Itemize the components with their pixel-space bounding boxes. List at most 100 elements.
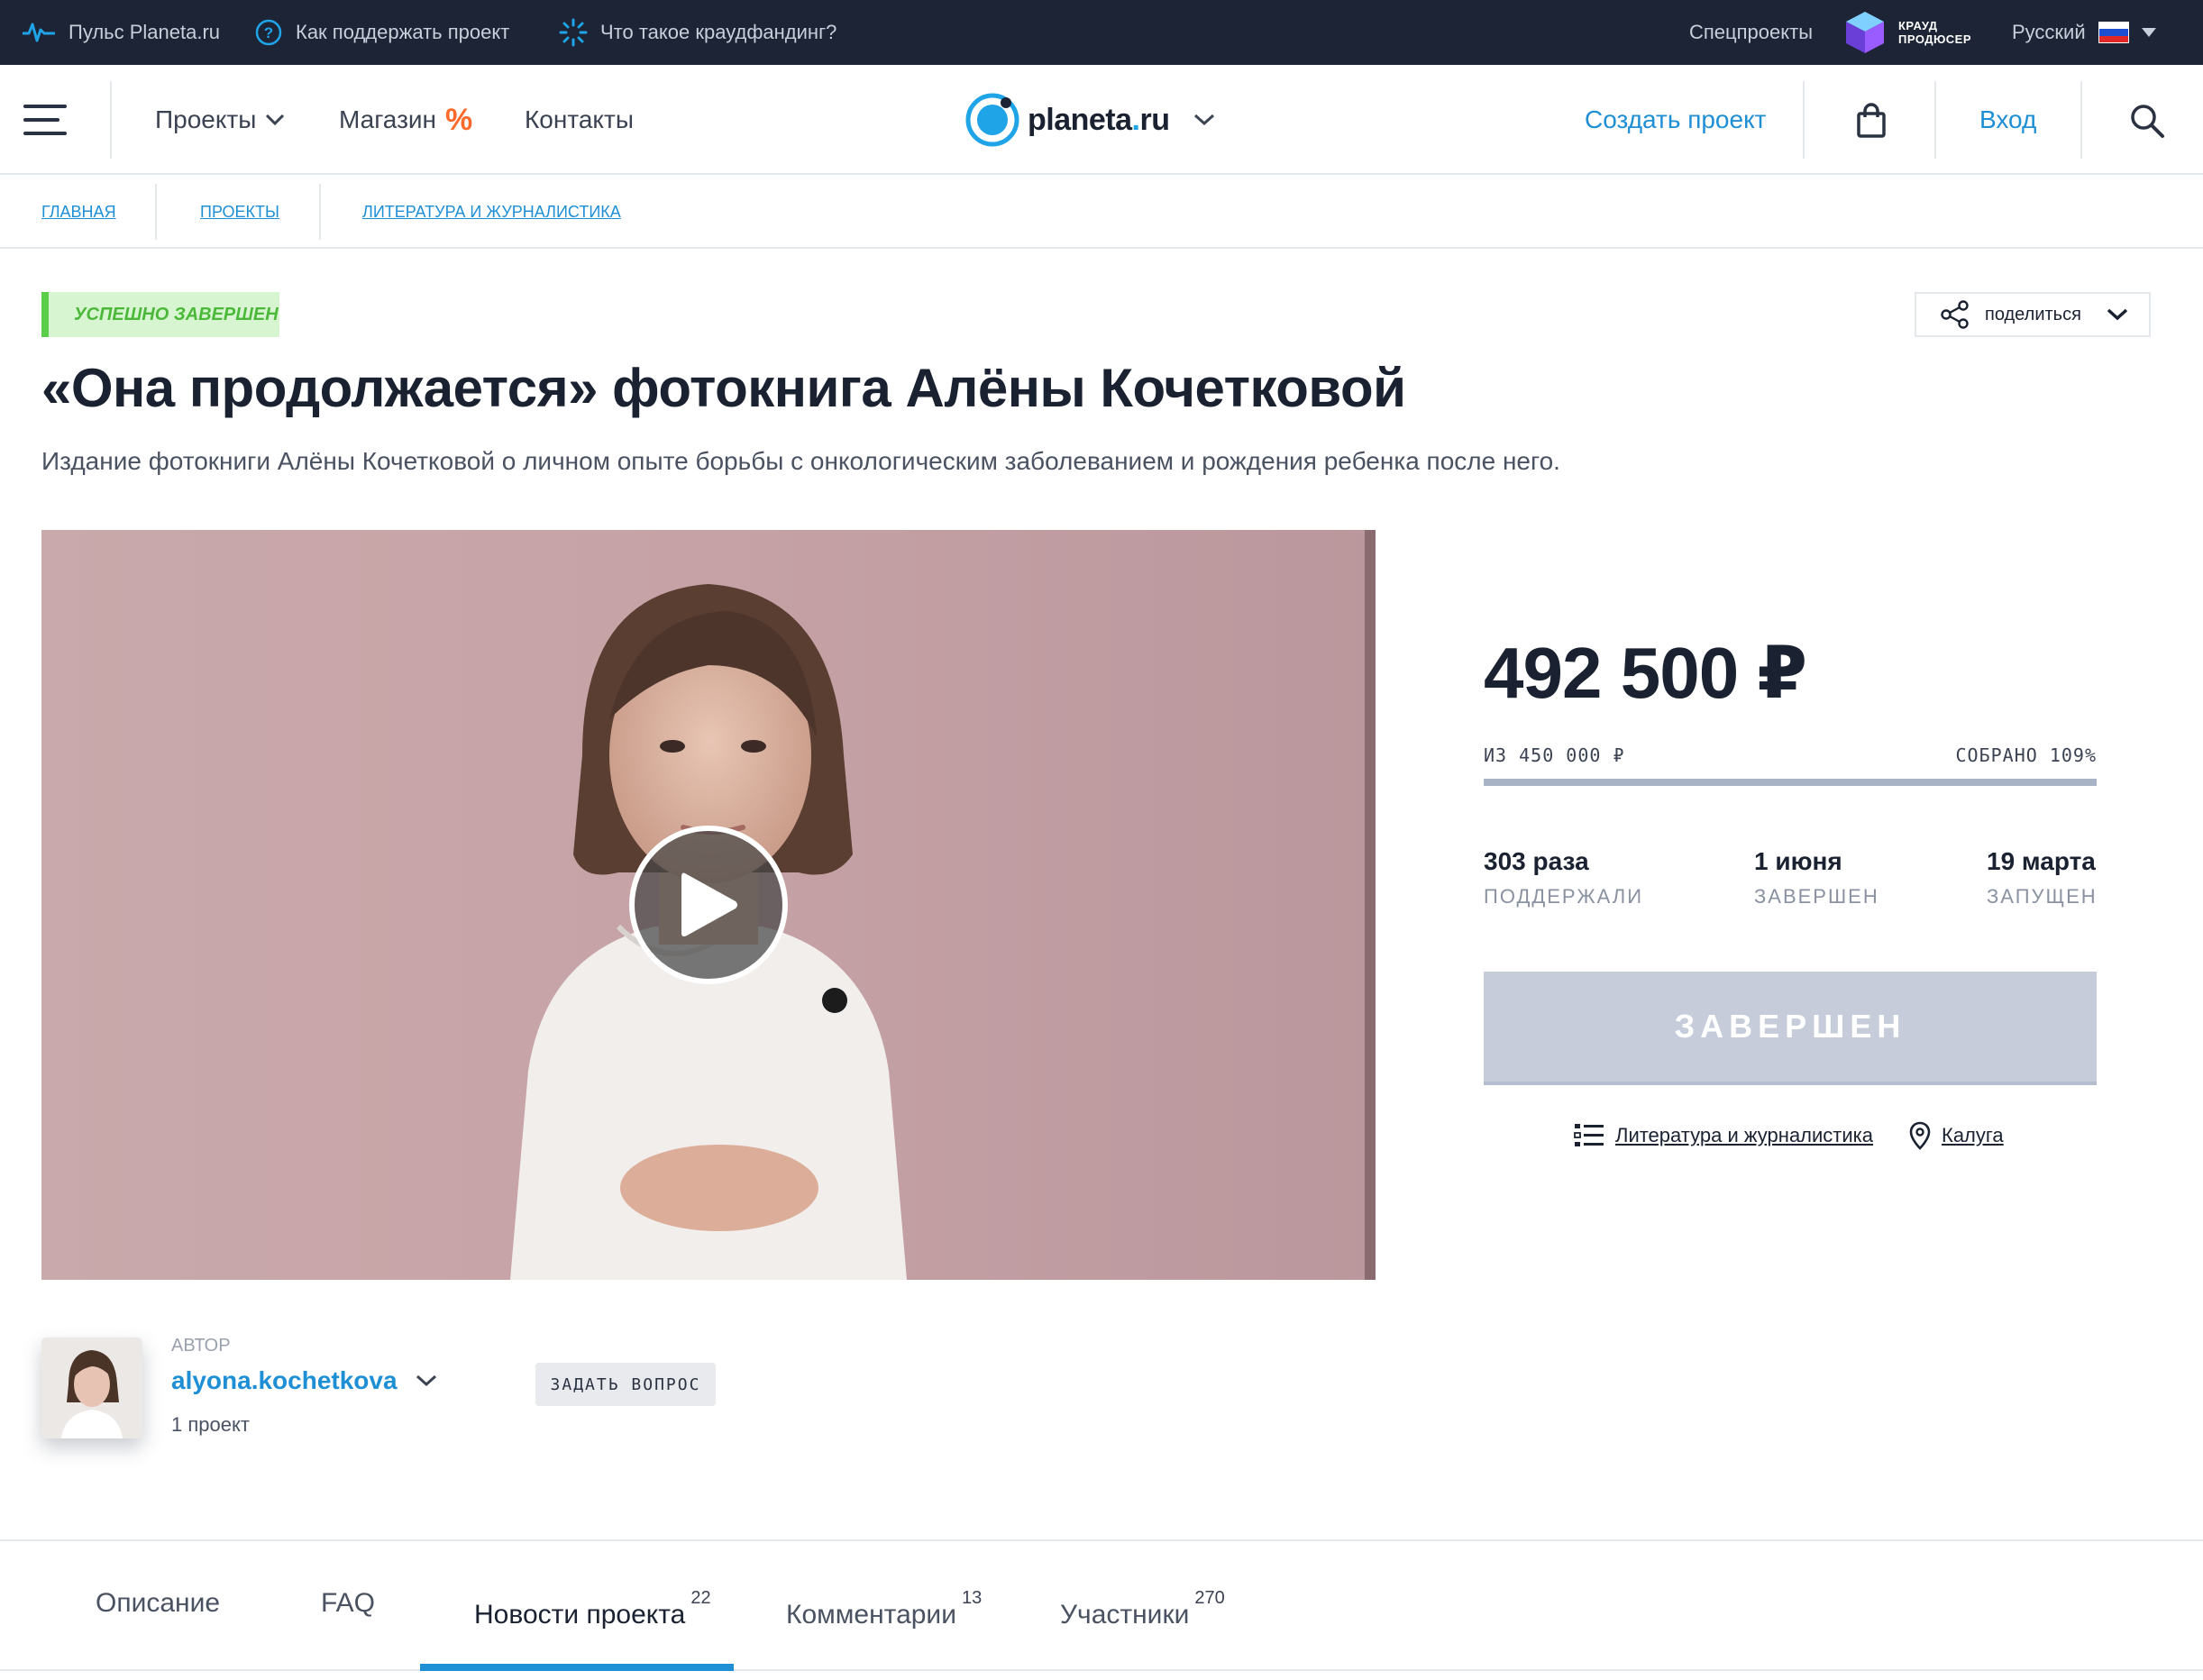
city-label: Калуга [1942,1124,2004,1146]
planeta-logo-icon [965,93,1019,147]
login-link[interactable]: Вход [1979,65,2036,175]
language-selector[interactable]: Русский [2012,0,2156,65]
status-badge: УСПЕШНО ЗАВЕРШЕН [41,292,279,337]
tab-faq-label: FAQ [321,1588,376,1618]
play-button[interactable] [629,826,788,984]
divider [1934,81,1936,159]
tab-comments[interactable]: Комментарии13 [786,1588,982,1630]
progress-bar [1484,779,2097,786]
divider [2080,81,2082,159]
page-title: «Она продолжается» фотокнига Алёны Кочет… [41,358,1406,418]
city-link[interactable]: Калуга [1909,1118,2004,1154]
crowdfunding-link[interactable]: Что такое краудфандинг? [559,0,836,65]
chevron-down-icon [266,114,285,126]
crowd-producer-label: КРАУД ПРОДЮСЕР [1898,19,1972,46]
tab-participants[interactable]: Участники270 [1060,1588,1225,1630]
stat-backers: 303 раза ПОДДЕРЖАЛИ [1484,847,1643,908]
special-projects-label: Спецпроекты [1689,21,1814,43]
search-icon[interactable] [2129,103,2165,139]
tab-participants-count: 270 [1194,1588,1225,1608]
pulse-link[interactable]: Пульс Planeta.ru [22,0,220,65]
tab-news-count: 22 [690,1588,711,1608]
stat-launched-label: ЗАПУЩЕН [1987,885,2098,908]
support-link[interactable]: ? Как поддержать проект [254,0,509,65]
avatar[interactable] [41,1338,142,1438]
project-tabs: Описание FAQ Новости проекта22 Комментар… [0,1539,2203,1680]
divider [110,81,112,159]
logo-tld: ru [1139,102,1171,137]
stat-finished-value: 1 июня [1754,847,1842,875]
divider [0,1669,2203,1671]
stat-finished: 1 июня ЗАВЕРШЕН [1754,847,1879,908]
finished-button[interactable]: ЗАВЕРШЕН [1484,972,2097,1085]
menu-icon[interactable] [23,105,67,135]
logo-dot: . [1131,102,1140,137]
play-icon [681,872,737,936]
progress-fill [1484,779,2097,786]
author-name: alyona.kochetkova [171,1366,398,1394]
special-projects-link[interactable]: Спецпроекты [1689,0,1813,65]
tab-comments-count: 13 [961,1588,983,1608]
tab-comments-label: Комментарии [786,1600,956,1630]
main-header: Проекты Магазин % Контакты planeta.ru Со… [0,65,2203,175]
language-label: Русский [2012,21,2086,43]
nav-contacts[interactable]: Контакты [525,65,634,175]
location-pin-icon [1909,1121,1931,1150]
chevron-down-icon [2107,308,2128,321]
page-subtitle: Издание фотокниги Алёны Кочетковой о лич… [41,447,1560,475]
nav-projects[interactable]: Проекты [155,65,285,175]
goal-row: ИЗ 450 000 ₽ СОБРАНО 109% [1484,744,2097,766]
pulse-label: Пульс Planeta.ru [69,21,221,43]
breadcrumb: ГЛАВНАЯ ПРОЕКТЫ ЛИТЕРАТУРА И ЖУРНАЛИСТИК… [0,175,2203,249]
tab-news[interactable]: Новости проекта22 [474,1588,711,1630]
ask-question-button[interactable]: ЗАДАТЬ ВОПРОС [535,1363,716,1406]
stat-backers-value: 303 раза [1484,847,1589,875]
collected-amount: 492 500 ₽ [1484,633,1807,713]
list-icon [1574,1124,1604,1146]
chevron-down-icon [416,1374,436,1387]
author-projects-count: 1 проект [171,1413,250,1436]
nav-projects-label: Проекты [155,105,257,133]
category-label: Литература и журналистика [1615,1124,1874,1146]
stat-launched-value: 19 марта [1987,847,2096,875]
nav-shop[interactable]: Магазин % [339,65,472,175]
chevron-down-icon[interactable] [1193,114,1215,126]
divider [319,184,321,240]
support-label: Как поддержать проект [296,21,510,43]
create-project-link[interactable]: Создать проект [1585,65,1766,175]
logo-name: planeta [1028,102,1132,137]
breadcrumb-projects[interactable]: ПРОЕКТЫ [200,175,279,249]
tab-news-label: Новости проекта [474,1600,686,1630]
category-link[interactable]: Литература и журналистика [1574,1118,1873,1154]
logo-text: planeta.ru [1028,103,1170,138]
cube-logo-icon [1846,12,1884,53]
share-button[interactable]: поделиться [1915,292,2151,337]
crowd-producer-link[interactable]: КРАУД ПРОДЮСЕР [1844,0,1971,65]
stat-launched: 19 марта ЗАПУЩЕН [1987,847,2098,908]
share-label: поделиться [1985,304,2081,324]
goal-amount: ИЗ 450 000 ₽ [1484,744,1625,766]
divider [1803,81,1805,159]
author-label: АВТОР [171,1336,231,1356]
caret-down-icon [2141,28,2156,37]
site-logo[interactable]: planeta.ru [964,88,1215,151]
question-icon: ? [255,19,282,46]
russia-flag-icon [2098,22,2129,43]
tab-faq[interactable]: FAQ [321,1588,375,1619]
author-name-link[interactable]: alyona.kochetkova [171,1366,437,1395]
video-player[interactable] [41,530,1376,1280]
top-bar: Пульс Planeta.ru ? Как поддержать проект… [0,0,2203,65]
nav-contacts-label: Контакты [525,105,634,133]
breadcrumb-home[interactable]: ГЛАВНАЯ [41,175,116,249]
svg-text:?: ? [264,24,273,41]
breadcrumb-category[interactable]: ЛИТЕРАТУРА И ЖУРНАЛИСТИКА [362,175,621,249]
stat-finished-label: ЗАВЕРШЕН [1754,885,1879,908]
spinner-icon [559,18,588,47]
crowdfunding-label: Что такое краудфандинг? [600,21,837,43]
percent-icon: % [445,102,473,137]
pulse-icon [23,23,55,42]
share-icon [1941,300,1969,329]
stat-backers-label: ПОДДЕРЖАЛИ [1484,885,1644,908]
tab-description[interactable]: Описание [96,1588,220,1619]
bag-icon[interactable] [1855,103,1888,139]
